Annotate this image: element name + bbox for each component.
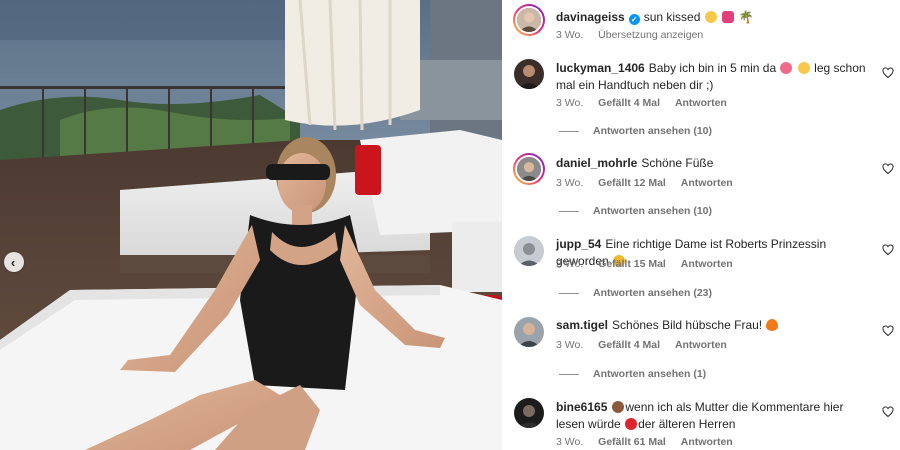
comment-meta: 3 Wo. Gefällt 4 Mal Antworten xyxy=(556,97,739,109)
reply-button[interactable]: Antworten xyxy=(681,258,733,270)
comment-meta: 3 Wo. Gefällt 61 Mal Antworten xyxy=(556,436,745,448)
fire-emoji-icon xyxy=(766,319,779,331)
divider-line xyxy=(559,373,579,375)
comment-likes[interactable]: Gefällt 4 Mal xyxy=(598,97,660,109)
comment-time: 3 Wo. xyxy=(556,177,584,189)
comment-username[interactable]: daniel_mohrle xyxy=(556,156,637,170)
divider-line xyxy=(559,292,579,294)
comment-username[interactable]: sam.tigel xyxy=(556,318,608,332)
chevron-left-icon: ‹ xyxy=(10,254,16,270)
reply-button[interactable]: Antworten xyxy=(681,177,733,189)
avatar[interactable] xyxy=(514,236,544,266)
view-replies-label: Antworten ansehen (1) xyxy=(593,368,707,380)
view-replies-button[interactable]: Antworten ansehen (10) xyxy=(559,205,712,217)
view-replies-label: Antworten ansehen (10) xyxy=(593,125,713,137)
comment-time: 3 Wo. xyxy=(556,258,584,270)
reply-button[interactable]: Antworten xyxy=(681,436,733,448)
divider-line xyxy=(559,130,579,132)
previous-image-button[interactable]: ‹ xyxy=(4,252,24,272)
view-replies-label: Antworten ansehen (23) xyxy=(593,287,713,299)
comment-likes[interactable]: Gefällt 12 Mal xyxy=(598,177,666,189)
caption-text: sun kissed xyxy=(643,10,701,24)
view-replies-button[interactable]: Antworten ansehen (1) xyxy=(559,368,706,380)
comment-likes[interactable]: Gefällt 61 Mal xyxy=(598,436,666,448)
comment-body: Baby ich bin in 5 min da xyxy=(648,61,777,75)
post-photo-illustration xyxy=(0,0,502,450)
comment-row: sam.tigel Schönes Bild hübsche Frau! 3 Wo… xyxy=(502,315,900,385)
avatar[interactable] xyxy=(513,4,545,36)
comment-likes[interactable]: Gefällt 15 Mal xyxy=(598,258,666,270)
avatar-image xyxy=(514,398,544,428)
comment-time: 3 Wo. xyxy=(556,97,584,109)
divider-line xyxy=(559,210,579,212)
comment-text: daniel_mohrle Schöne Füße xyxy=(556,155,866,172)
comment-row: luckyman_1406 Baby ich bin in 5 min da le… xyxy=(502,57,900,142)
view-replies-label: Antworten ansehen (10) xyxy=(593,205,713,217)
see-no-evil-monkey-emoji-icon xyxy=(612,401,625,413)
sun-emoji-icon xyxy=(704,11,717,23)
avatar[interactable] xyxy=(514,398,544,428)
comment-body: Schöne Füße xyxy=(641,156,714,170)
view-replies-button[interactable]: Antworten ansehen (10) xyxy=(559,125,712,137)
avatar[interactable] xyxy=(514,59,544,89)
comments-panel: davinageiss ✓ sun kissed 🌴 3 Wo. Übersetzu… xyxy=(502,0,900,450)
palm-tree-emoji-icon: 🌴 xyxy=(738,10,754,24)
comment-row: bine6165 wenn ich als Mutter die Kommenta… xyxy=(502,396,900,450)
avatar-image xyxy=(515,6,543,34)
view-replies-button[interactable]: Antworten ansehen (23) xyxy=(559,287,712,299)
comment-username[interactable]: bine6165 xyxy=(556,400,607,414)
comment-username[interactable]: luckyman_1406 xyxy=(556,61,645,75)
comment-username[interactable]: jupp_54 xyxy=(556,237,601,251)
caption-meta: 3 Wo. Übersetzung anzeigen xyxy=(556,29,715,41)
avatar-image xyxy=(514,236,544,266)
comment-meta: 3 Wo. Gefällt 4 Mal Antworten xyxy=(556,339,739,351)
verified-badge-icon: ✓ xyxy=(628,14,640,25)
avatar[interactable] xyxy=(513,153,545,185)
heart-eyes-emoji-icon xyxy=(780,62,793,74)
heart-outline-icon[interactable] xyxy=(882,244,894,256)
translate-link[interactable]: Übersetzung anzeigen xyxy=(598,29,703,41)
caption-time: 3 Wo. xyxy=(556,29,584,41)
heart-outline-icon[interactable] xyxy=(882,163,894,175)
comment-meta: 3 Wo. Gefällt 15 Mal Antworten xyxy=(556,258,745,270)
post-photo: ‹ xyxy=(0,0,502,450)
comment-text: bine6165 wenn ich als Mutter die Kommenta… xyxy=(556,399,866,433)
comment-time: 3 Wo. xyxy=(556,339,584,351)
caption-username[interactable]: davinageiss xyxy=(556,10,625,24)
heart-outline-icon[interactable] xyxy=(882,325,894,337)
avatar-image xyxy=(515,155,543,183)
comment-meta: 3 Wo. Gefällt 12 Mal Antworten xyxy=(556,177,745,189)
comment-body: der älteren Herren xyxy=(638,417,736,431)
heart-eyes-emoji-icon xyxy=(797,62,810,74)
comment-row: daniel_mohrle Schöne Füße 3 Wo. Gefällt 1… xyxy=(502,153,900,223)
avatar[interactable] xyxy=(514,317,544,347)
comment-time: 3 Wo. xyxy=(556,436,584,448)
heart-outline-icon[interactable] xyxy=(882,67,894,79)
reply-button[interactable]: Antworten xyxy=(675,97,727,109)
comment-row: jupp_54 Eine richtige Dame ist Roberts Pr… xyxy=(502,234,900,304)
comment-likes[interactable]: Gefällt 4 Mal xyxy=(598,339,660,351)
reply-button[interactable]: Antworten xyxy=(675,339,727,351)
no-entry-emoji-icon xyxy=(625,418,638,430)
comment-body: Schönes Bild hübsche Frau! xyxy=(612,318,763,332)
caption-row: davinageiss ✓ sun kissed 🌴 3 Wo. Übersetzu… xyxy=(502,0,900,45)
heart-outline-icon[interactable] xyxy=(882,406,894,418)
kiss-lips-emoji-icon xyxy=(722,11,735,23)
caption-text-line: davinageiss ✓ sun kissed 🌴 xyxy=(556,9,866,26)
avatar-image xyxy=(514,317,544,347)
comment-text: luckyman_1406 Baby ich bin in 5 min da le… xyxy=(556,60,866,94)
avatar-image xyxy=(514,59,544,89)
comment-text: sam.tigel Schönes Bild hübsche Frau! xyxy=(556,317,866,334)
